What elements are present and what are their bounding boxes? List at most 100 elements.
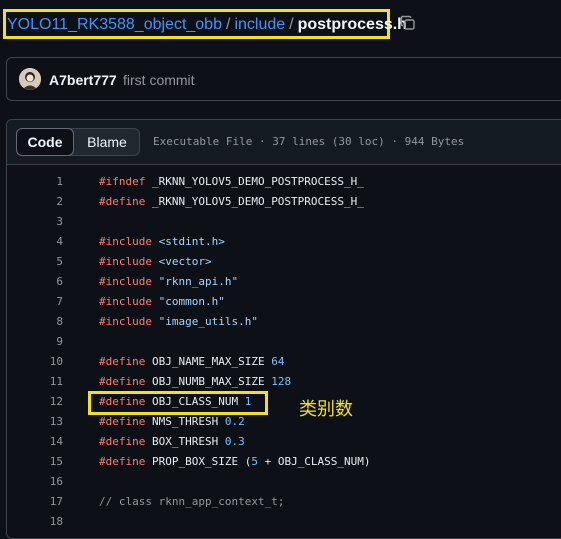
line-number[interactable]: 14 xyxy=(7,432,63,452)
code-token: "rknn_api.h" xyxy=(158,275,239,288)
code-line: 5 #include <vector> xyxy=(7,252,561,272)
code-line: 9 xyxy=(7,332,561,352)
line-number[interactable]: 7 xyxy=(7,292,63,312)
line-number[interactable]: 9 xyxy=(7,332,63,352)
code-line: 16 xyxy=(7,472,561,492)
line-source: #define OBJ_CLASS_NUM 1 xyxy=(99,392,251,412)
code-token: BOX_THRESH xyxy=(145,435,225,448)
line-source: #define _RKNN_YOLOV5_DEMO_POSTPROCESS_H_ xyxy=(99,192,364,212)
line-source: #define BOX_THRESH 0.3 xyxy=(99,432,245,452)
code-token: 1 xyxy=(244,395,252,408)
code-token: #define xyxy=(99,435,146,448)
code-token: PROP_BOX_SIZE ( xyxy=(145,455,252,468)
line-number[interactable]: 16 xyxy=(7,472,63,492)
line-number[interactable]: 2 xyxy=(7,192,63,212)
code-token: #define xyxy=(99,195,146,208)
code-line: 13 #define NMS_THRESH 0.2 xyxy=(7,412,561,432)
code-line: 17 // class rknn_app_context_t; xyxy=(7,492,561,512)
code-token: #include xyxy=(99,235,152,248)
line-source: #include "image_utils.h" xyxy=(99,312,258,332)
line-source: #include <stdint.h> xyxy=(99,232,225,252)
view-toggle: Code Blame xyxy=(16,128,140,156)
line-number[interactable]: 5 xyxy=(7,252,63,272)
line-number[interactable]: 3 xyxy=(7,212,63,232)
code-token: #include xyxy=(99,315,152,328)
line-source: #ifndef _RKNN_YOLOV5_DEMO_POSTPROCESS_H_ xyxy=(99,172,364,192)
line-number[interactable]: 4 xyxy=(7,232,63,252)
code-token: "common.h" xyxy=(158,295,225,308)
latest-commit-bar: A7bert777 first commit xyxy=(6,57,561,101)
line-source: #define OBJ_NUMB_MAX_SIZE 128 xyxy=(99,372,291,392)
code-token: #include xyxy=(99,255,152,268)
line-number[interactable]: 13 xyxy=(7,412,63,432)
code-token: // class rknn_app_context_t; xyxy=(99,495,285,508)
line-number[interactable]: 8 xyxy=(7,312,63,332)
copy-icon xyxy=(400,15,415,30)
code-token: #include xyxy=(99,275,152,288)
code-line: 8 #include "image_utils.h" xyxy=(7,312,561,332)
line-number[interactable]: 10 xyxy=(7,352,63,372)
code-token: #define xyxy=(99,355,146,368)
code-line: 4 #include <stdint.h> xyxy=(7,232,561,252)
breadcrumb-repo-link[interactable]: YOLO11_RK3588_object_obb xyxy=(7,16,222,33)
code-token: #ifndef xyxy=(99,175,146,188)
code-token: 0.2 xyxy=(224,415,245,428)
code-token: 0.3 xyxy=(224,435,245,448)
line-source: #define NMS_THRESH 0.2 xyxy=(99,412,245,432)
code-token: "image_utils.h" xyxy=(158,315,258,328)
code-line: 6 #include "rknn_api.h" xyxy=(7,272,561,292)
file-meta: Executable File · 37 lines (30 loc) · 94… xyxy=(153,135,465,148)
line-source: #define OBJ_NAME_MAX_SIZE 64 xyxy=(99,352,284,372)
code-token: 64 xyxy=(271,355,285,368)
copy-path-button[interactable] xyxy=(400,15,418,33)
code-line: 14 #define BOX_THRESH 0.3 xyxy=(7,432,561,452)
code-token: #define xyxy=(99,395,146,408)
code-line: 10 #define OBJ_NAME_MAX_SIZE 64 xyxy=(7,352,561,372)
commit-message[interactable]: first commit xyxy=(123,72,195,88)
code-view: 1 #ifndef _RKNN_YOLOV5_DEMO_POSTPROCESS_H… xyxy=(7,172,561,532)
code-token: 5 xyxy=(251,455,258,468)
breadcrumb-file: postprocess.h xyxy=(297,16,407,33)
line-source: #include "rknn_api.h" xyxy=(99,272,238,292)
line-source: // class rknn_app_context_t; xyxy=(99,492,284,512)
code-token: #include xyxy=(99,295,152,308)
line-number[interactable]: 11 xyxy=(7,372,63,392)
line-source: #define PROP_BOX_SIZE (5 + OBJ_CLASS_NUM… xyxy=(99,452,371,472)
line-source: #include <vector> xyxy=(99,252,212,272)
tab-code[interactable]: Code xyxy=(16,128,74,156)
avatar[interactable] xyxy=(19,68,41,90)
tab-blame[interactable]: Blame xyxy=(75,129,139,155)
code-token: #define xyxy=(99,415,146,428)
breadcrumb: YOLO11_RK3588_object_obb / include / postpro… xyxy=(7,15,407,35)
line-number[interactable]: 17 xyxy=(7,492,63,512)
code-line: 2 #define _RKNN_YOLOV5_DEMO_POSTPROCESS_H… xyxy=(7,192,561,212)
code-token: <stdint.h> xyxy=(158,235,225,248)
line-number[interactable]: 1 xyxy=(7,172,63,192)
code-token: #define xyxy=(99,455,146,468)
code-line: 18 xyxy=(7,512,561,532)
code-token: _RKNN_YOLOV5_DEMO_POSTPROCESS_H_ xyxy=(145,195,364,208)
annotation-label: 类别数 xyxy=(299,399,353,420)
code-line: 1 #ifndef _RKNN_YOLOV5_DEMO_POSTPROCESS_H… xyxy=(7,172,561,192)
code-token: #define xyxy=(99,375,146,388)
file-header: Code Blame Executable File · 37 lines (3… xyxy=(7,120,561,165)
code-token: OBJ_CLASS_NUM xyxy=(145,395,245,408)
code-line: 7 #include "common.h" xyxy=(7,292,561,312)
code-token: OBJ_NUMB_MAX_SIZE xyxy=(145,375,272,388)
line-source: #include "common.h" xyxy=(99,292,225,312)
line-number[interactable]: 12 xyxy=(7,392,63,412)
line-number[interactable]: 15 xyxy=(7,452,63,472)
code-token: <vector> xyxy=(158,255,212,268)
breadcrumb-folder-link[interactable]: include xyxy=(234,16,285,33)
code-token: OBJ_NAME_MAX_SIZE xyxy=(145,355,272,368)
line-number[interactable]: 6 xyxy=(7,272,63,292)
line-number[interactable]: 18 xyxy=(7,512,63,532)
breadcrumb-separator: / xyxy=(289,16,294,33)
code-line: 3 xyxy=(7,212,561,232)
commit-author[interactable]: A7bert777 xyxy=(49,72,117,88)
